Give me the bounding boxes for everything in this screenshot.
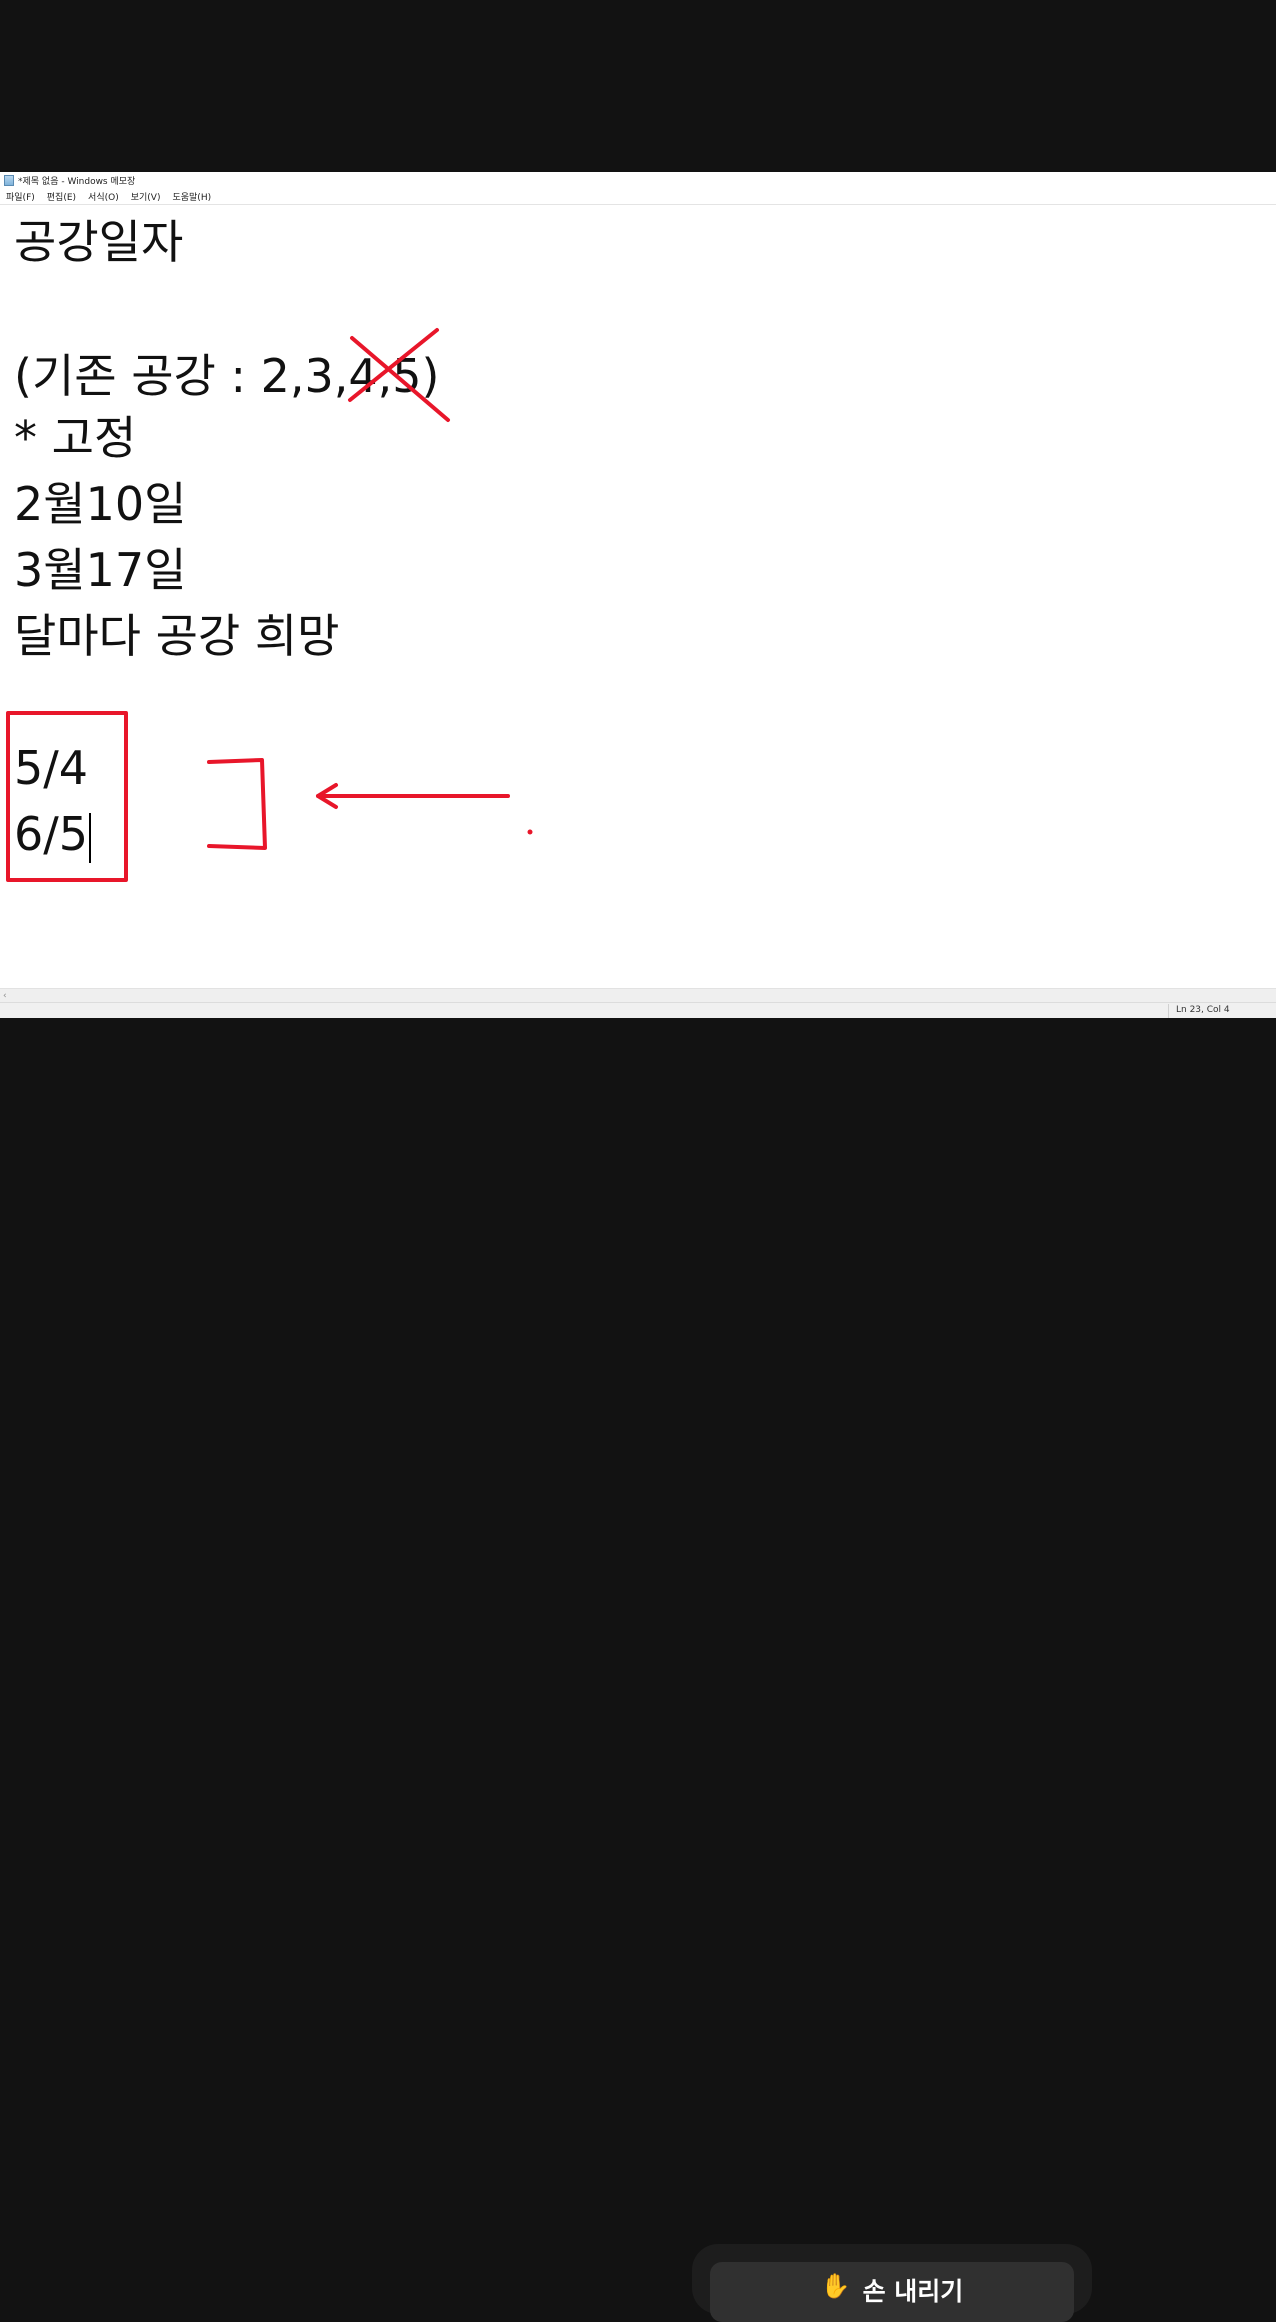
document-line-monthly: 달마다 공강 희망 xyxy=(14,609,340,663)
title-bar: *제목 없음 - Windows 메모장 xyxy=(0,172,1276,189)
lower-hand-label: 손 내리기 xyxy=(862,2277,964,2306)
status-bar: Ln 23, Col 4 xyxy=(0,1002,1276,1019)
notepad-app-icon xyxy=(4,175,14,186)
screen-share-bottom-bar: ✋ 손 내리기 xyxy=(0,1018,1276,2322)
document-line-fixed: * 고정 xyxy=(14,411,137,465)
status-separator xyxy=(1168,1004,1169,1018)
text-editor-area[interactable]: 공강일자 (기존 공강 : 2,3,4,5) * 고정 2월10일 3월17일 … xyxy=(0,205,1276,987)
document-line-date-3: 5/4 xyxy=(14,741,89,795)
menu-file[interactable]: 파일(F) xyxy=(0,190,41,203)
document-line-title: 공강일자 xyxy=(14,215,184,269)
scroll-left-icon[interactable]: ‹ xyxy=(3,989,7,1003)
raised-hand-icon: ✋ xyxy=(820,2272,851,2300)
menu-bar: 파일(F) 편집(E) 서식(O) 보기(V) 도움말(H) xyxy=(0,189,1276,205)
notepad-window: *제목 없음 - Windows 메모장 파일(F) 편집(E) 서식(O) 보… xyxy=(0,172,1276,1019)
document-line-date-1: 2월10일 xyxy=(14,477,187,531)
horizontal-scrollbar[interactable]: ‹ xyxy=(0,988,1276,1003)
cursor-position: Ln 23, Col 4 xyxy=(1176,1005,1230,1015)
menu-view[interactable]: 보기(V) xyxy=(125,190,167,203)
document-line-existing-days: (기존 공강 : 2,3,4,5) xyxy=(14,349,440,403)
menu-format[interactable]: 서식(O) xyxy=(82,190,125,203)
meeting-reaction-panel: ✋ 손 내리기 xyxy=(692,2244,1092,2322)
lower-hand-button[interactable]: ✋ 손 내리기 xyxy=(710,2262,1074,2322)
window-title: *제목 없음 - Windows 메모장 xyxy=(18,177,136,187)
menu-edit[interactable]: 편집(E) xyxy=(41,190,82,203)
menu-help[interactable]: 도움말(H) xyxy=(166,190,217,203)
document-line-date-4-text: 6/5 xyxy=(14,807,89,861)
screen-share-top-bar xyxy=(0,0,1276,172)
document-line-date-2: 3월17일 xyxy=(14,543,187,597)
text-caret xyxy=(89,812,92,863)
document-line-date-4: 6/5 xyxy=(14,801,92,867)
